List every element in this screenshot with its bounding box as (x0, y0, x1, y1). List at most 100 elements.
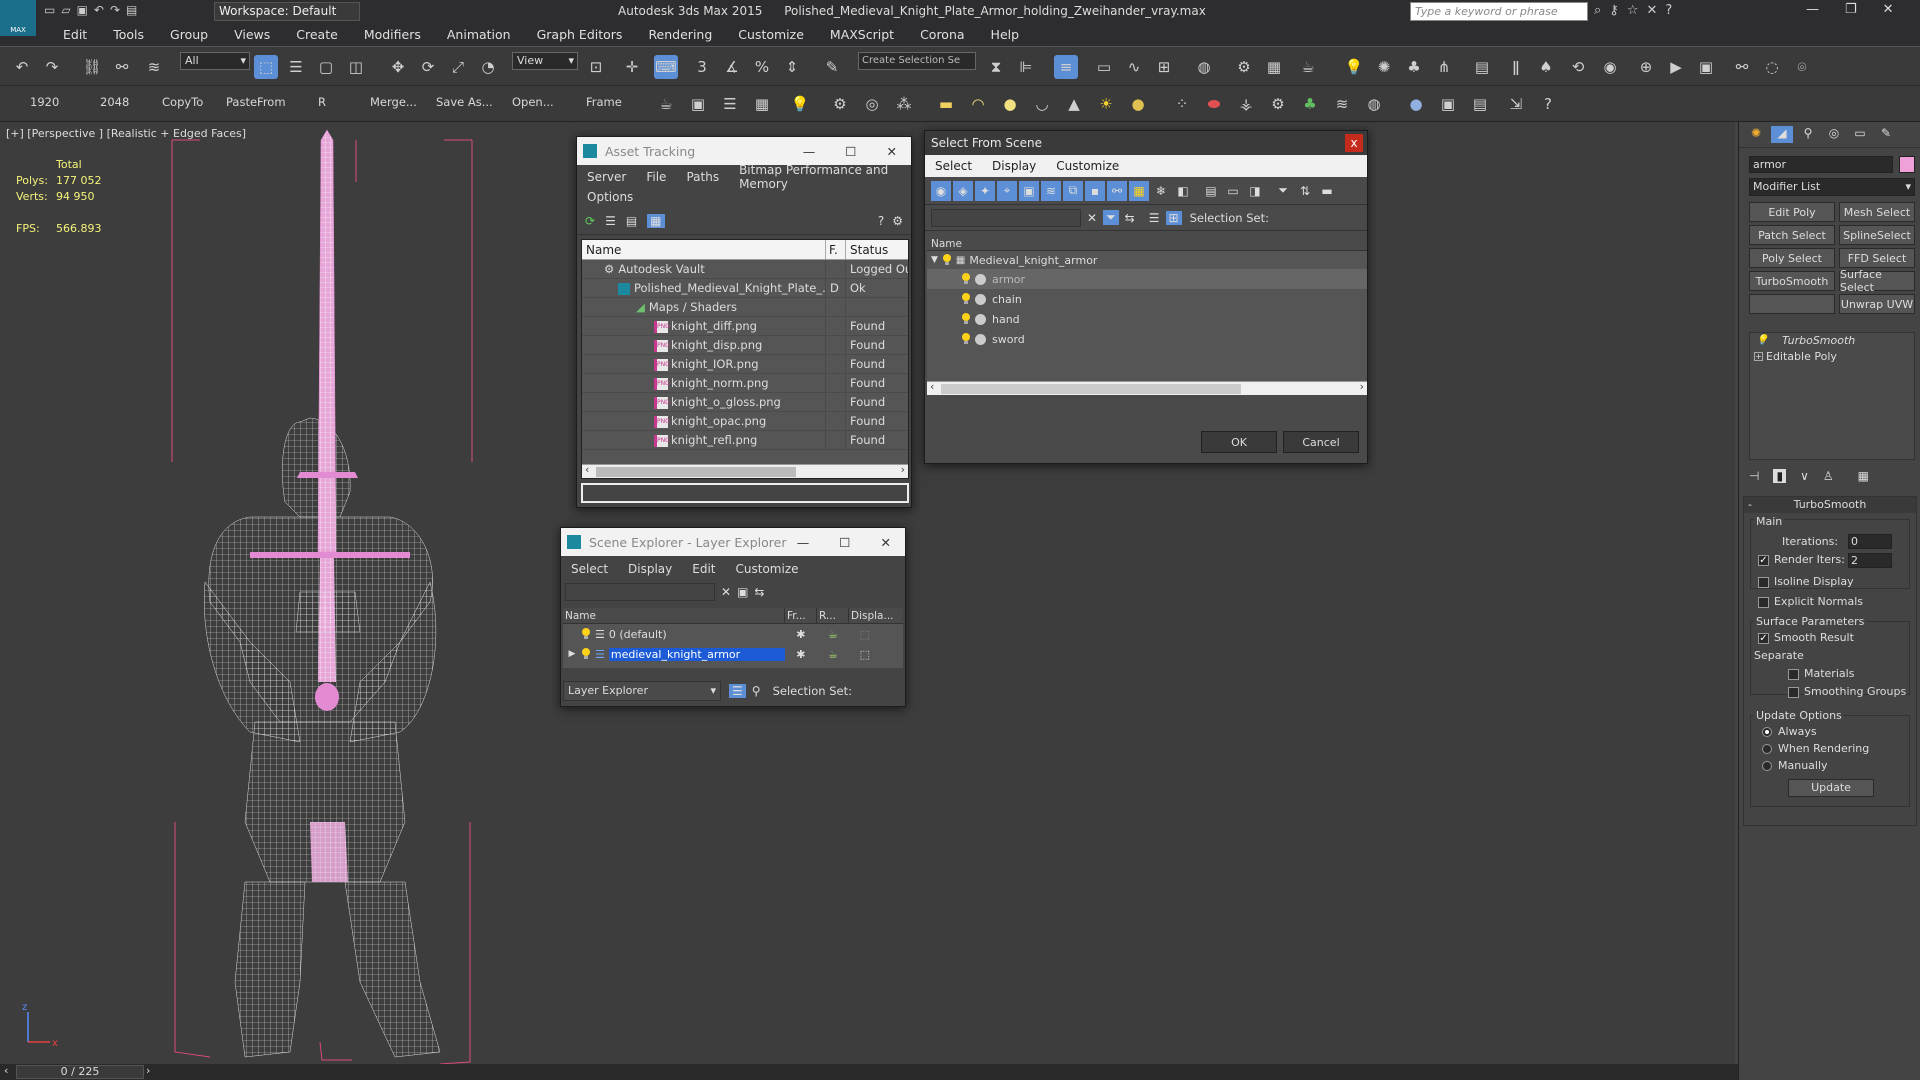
list-icon[interactable]: ☰ (718, 92, 742, 116)
molecule-icon[interactable]: ⁂ (892, 92, 916, 116)
layer-row[interactable]: ☰ 0 (default) ✱ ☕ ⬚ (563, 624, 903, 644)
menu-paths[interactable]: Paths (676, 170, 729, 184)
filter-spacewarps-icon[interactable]: ≋ (1041, 180, 1061, 201)
grass-icon[interactable]: ⋔ (1432, 55, 1456, 79)
table-row[interactable]: ⚙ Autodesk Vault Logged Ou (582, 260, 908, 279)
visibility-bulb-icon[interactable] (942, 254, 952, 266)
refresh-icon[interactable]: ⟲ (1566, 55, 1590, 79)
teapot-icon[interactable]: ☕ (654, 92, 678, 116)
render-setup-icon[interactable]: ⚙ (1232, 55, 1256, 79)
spinner-snap-icon[interactable]: ⇕ (780, 55, 804, 79)
tree-root[interactable]: ▼ ▦ Medieval_knight_armor (927, 251, 1367, 269)
project-folder-icon[interactable]: ▤ (126, 3, 137, 17)
undo-icon[interactable]: ↶ (94, 3, 104, 17)
schematic-view-icon[interactable]: ⊞ (1152, 55, 1176, 79)
always-radio[interactable] (1762, 727, 1772, 737)
window-crossing-icon[interactable]: ◫ (344, 55, 368, 79)
pin-stack-icon[interactable]: ⊣ (1749, 469, 1759, 483)
link-icon[interactable]: ⛓ (80, 55, 104, 79)
hair-brush-icon[interactable]: ≋ (1330, 92, 1354, 116)
close-icon[interactable]: x (1345, 134, 1363, 152)
visibility-bulb-icon[interactable] (961, 313, 971, 325)
sun-light-icon[interactable]: ☀ (1094, 92, 1118, 116)
table-view-icon[interactable]: ▦ (647, 213, 665, 228)
light-icon[interactable]: 💡 (1342, 55, 1366, 79)
remove-modifier-icon[interactable]: ♙ (1823, 469, 1834, 483)
configure-sets-icon[interactable]: ▦ (1858, 469, 1869, 483)
tab-motion-icon[interactable]: ◎ (1823, 126, 1845, 143)
sphere-icon[interactable]: ● (998, 92, 1022, 116)
column-name[interactable]: Name (582, 240, 826, 259)
visibility-bulb-icon[interactable] (961, 273, 971, 285)
help-circle-icon[interactable]: ? (1536, 92, 1560, 116)
layer-manager-icon[interactable]: ≡ (1054, 55, 1078, 79)
table-row[interactable]: PNGknight_IOR.png Found (582, 355, 908, 374)
iterations-spinner[interactable]: 0 (1848, 534, 1892, 549)
modifier-button-edit-poly[interactable]: Edit Poly (1749, 202, 1835, 222)
render-teapot-icon[interactable]: ☕ (817, 628, 849, 641)
filter-bones-icon[interactable]: ⚯ (1107, 180, 1127, 201)
stack-item-turbosmooth[interactable]: 💡 TurboSmooth (1750, 333, 1914, 349)
tab-create-icon[interactable]: ✺ (1745, 126, 1767, 143)
menu-edit[interactable]: Edit (682, 562, 725, 576)
clear-search-icon[interactable]: ✕ (1087, 211, 1097, 225)
sync-icon[interactable]: ⇆ (754, 585, 764, 599)
display-box-icon[interactable]: ⬚ (849, 648, 881, 661)
explorer-search-input[interactable] (565, 583, 715, 601)
camera-icon[interactable]: ◉ (1598, 55, 1622, 79)
grid-dots-icon[interactable]: ⁘ (1170, 92, 1194, 116)
angle-snap-icon[interactable]: ∡ (720, 55, 744, 79)
board-icon[interactable]: ▣ (1694, 55, 1718, 79)
gear-icon[interactable]: ⚙ (1266, 92, 1290, 116)
r-button[interactable]: R (318, 95, 326, 109)
tab-modify-icon[interactable]: ◢ (1771, 126, 1793, 143)
layer-row[interactable]: ▶ ☰ medieval_knight_armor ✱ ☕ ⬚ (563, 644, 903, 664)
table-row[interactable]: PNGknight_opac.png Found (582, 412, 908, 431)
column-name[interactable]: Name (927, 237, 1367, 251)
table-row[interactable]: PNGknight_norm.png Found (582, 374, 908, 393)
filter-hidden-icon[interactable]: ◧ (1173, 181, 1193, 201)
expand-plus-icon[interactable]: + (1754, 352, 1763, 361)
filter-groups-icon[interactable]: ⧉ (1063, 180, 1083, 201)
table-icon[interactable]: ▦ (750, 92, 774, 116)
pipe-icon[interactable]: ⚙ (828, 92, 852, 116)
filter-cameras-icon[interactable]: ⌖ (997, 180, 1017, 201)
orbit-icon[interactable]: ◌ (1760, 55, 1784, 79)
fur-icon[interactable]: ◍ (1362, 92, 1386, 116)
bulb-icon[interactable]: 💡 (1756, 333, 1768, 349)
percent-snap-icon[interactable]: % (750, 55, 774, 79)
sun-icon[interactable]: ✺ (1372, 55, 1396, 79)
redo-icon[interactable]: ↷ (110, 3, 120, 17)
select-object-icon[interactable]: ⬚ (254, 55, 278, 79)
prev-frame-icon[interactable]: ‹ (4, 1064, 8, 1077)
rollout-header[interactable]: - TurboSmooth (1744, 497, 1916, 513)
horizontal-scrollbar[interactable]: ‹ › (582, 463, 908, 478)
help-icon[interactable]: ? (1665, 3, 1672, 18)
restore-icon[interactable]: ❐ (1845, 2, 1857, 17)
layers-toggle-icon[interactable]: ☰ (729, 684, 746, 698)
menu-graph-editors[interactable]: Graph Editors (524, 24, 636, 46)
menu-bitmap-performance[interactable]: Bitmap Performance and Memory (729, 163, 911, 191)
maximize-icon[interactable]: ☐ (845, 144, 856, 159)
selection-filter-dropdown[interactable]: All ▾ (180, 52, 250, 70)
object-name-field[interactable]: armor (1749, 156, 1893, 173)
scene-item-hand[interactable]: hand (927, 309, 1367, 329)
help-query-icon[interactable]: ? (878, 214, 884, 228)
object-color-swatch[interactable] (1899, 156, 1915, 173)
menu-select[interactable]: Select (561, 562, 618, 576)
menu-corona[interactable]: Corona (907, 24, 977, 46)
orb-icon[interactable]: ● (1126, 92, 1150, 116)
tab-utilities-icon[interactable]: ✎ (1875, 126, 1897, 143)
column-status[interactable]: Status (846, 240, 908, 259)
modifier-button-turbosmooth[interactable]: TurboSmooth (1749, 271, 1835, 291)
layers-icon[interactable]: ☰ (1149, 211, 1160, 225)
new-file-icon[interactable]: ▭ (44, 3, 55, 17)
render-teapot-icon[interactable]: ☕ (817, 648, 849, 661)
film-icon[interactable]: ▶ (1664, 55, 1688, 79)
menu-group[interactable]: Group (157, 24, 221, 46)
manually-radio[interactable] (1762, 761, 1772, 771)
settings-icon[interactable]: ⚙ (892, 214, 903, 228)
modifier-button-patch-select[interactable]: Patch Select (1749, 225, 1835, 245)
menu-tools[interactable]: Tools (100, 24, 157, 46)
workspace-dropdown[interactable]: Workspace: Default (214, 2, 360, 21)
